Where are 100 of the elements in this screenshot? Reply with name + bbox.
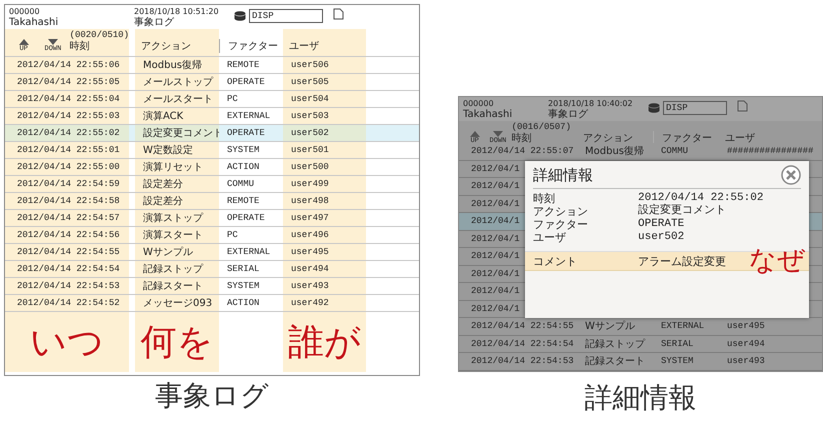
log-row[interactable]: 2012/04/14 22:54:53 記録スタート SYSTEM user493 xyxy=(459,353,822,370)
table-cell: OPERATE xyxy=(227,213,265,223)
table-cell: PC xyxy=(227,94,238,104)
field-label: アクション xyxy=(533,205,589,218)
table-cell: 2012/04/14 22:54:53 xyxy=(17,281,120,291)
table-cell-text: 演算ACK xyxy=(143,110,184,123)
table-cell: user493 xyxy=(727,356,765,366)
log-row[interactable]: 2012/04/14 22:54:55 Wサンプル EXTERNAL user495 xyxy=(5,244,419,261)
log-row[interactable]: 2012/04/14 22:54:54 記録ストップ SERIAL user494 xyxy=(459,336,822,353)
log-row[interactable]: 2012/04/14 22:54:54 記録ストップ SERIAL user494 xyxy=(5,261,419,278)
column-header: ファクター xyxy=(661,132,712,145)
log-row[interactable]: 2012/04/14 22:55:01 W定数設定 SYSTEM user501 xyxy=(5,142,419,159)
record-count: (0016/0507) xyxy=(512,121,571,132)
table-cell: SERIAL xyxy=(661,338,694,349)
log-row[interactable]: 2012/04/14 22:55:05 メールストップ OPERATE user505 xyxy=(5,74,419,91)
field-label: ユーザ xyxy=(533,231,567,244)
table-cell-text: 設定差分 xyxy=(143,194,183,208)
log-row[interactable]: 2012/04/14 22:55:06 Modbus復帰 REMOTE user506 xyxy=(5,57,419,74)
field-value: アラーム設定変更 xyxy=(638,254,726,268)
down-arrow-icon xyxy=(48,39,58,45)
table-cell: 2012/04/1 xyxy=(471,251,520,262)
table-cell: PC xyxy=(227,230,238,240)
table-cell: ################ xyxy=(727,146,814,156)
log-row[interactable]: 2012/04/14 22:54:58 設定差分 REMOTE user498 xyxy=(5,193,419,210)
table-cell-text: メールストップ xyxy=(143,76,213,89)
table-cell: user497 xyxy=(291,213,329,223)
table-cell: user506 xyxy=(291,60,329,70)
table-cell: 2012/04/1 xyxy=(471,181,520,192)
table-cell: user498 xyxy=(291,196,329,206)
column-header: ファクター xyxy=(227,40,278,53)
table-cell-text: 演算リセット xyxy=(143,160,203,174)
dialog-title: 詳細情報 xyxy=(533,166,593,184)
log-row[interactable]: 2012/04/14 22:54:56 演算スタート PC user496 xyxy=(5,227,419,244)
figure-caption: 詳細情報 xyxy=(584,382,696,414)
table-cell: user494 xyxy=(291,264,329,274)
table-cell: ACTION xyxy=(227,298,260,308)
table-cell: 2012/04/14 22:54:57 xyxy=(17,213,120,223)
database-icon xyxy=(648,103,660,113)
log-row[interactable]: 2012/04/14 22:54:59 設定差分 COMMU user499 xyxy=(5,176,419,193)
figure-caption: 事象ログ xyxy=(155,380,269,412)
annotation-label: 何を xyxy=(140,320,214,364)
table-cell: 2012/04/1 xyxy=(471,304,520,314)
up-arrow-icon xyxy=(470,131,480,137)
table-cell-text: W定数設定 xyxy=(143,144,193,157)
log-row[interactable]: 2012/04/14 22:55:03 演算ACK EXTERNAL user503 xyxy=(5,108,419,125)
table-cell: user496 xyxy=(291,230,329,240)
table-cell: user503 xyxy=(291,111,329,121)
table-cell: OPERATE xyxy=(227,77,265,87)
table-cell: 2012/04/14 22:55:03 xyxy=(17,111,120,121)
table-cell: 2012/04/1 xyxy=(471,164,520,174)
table-cell: REMOTE xyxy=(227,196,260,206)
table-cell: 2012/04/14 22:54:54 xyxy=(471,338,574,349)
table-cell: user492 xyxy=(291,298,329,308)
column-header: アクション xyxy=(140,40,191,53)
close-icon[interactable] xyxy=(781,165,801,185)
table-cell: 2012/04/1 xyxy=(471,234,520,244)
log-row[interactable]: 2012/04/14 22:54:57 演算ストップ OPERATE user497 xyxy=(5,210,419,227)
table-cell-text: 記録ストップ xyxy=(143,262,203,276)
user-name: Takahashi xyxy=(9,17,60,28)
table-cell: 2012/04/14 22:54:56 xyxy=(17,230,120,240)
table-cell: user495 xyxy=(727,321,765,332)
card-icon[interactable] xyxy=(333,8,344,20)
table-cell-text: 記録ストップ xyxy=(585,338,645,351)
table-cell: COMMU xyxy=(661,146,688,156)
log-row[interactable]: 2012/04/14 22:54:55 Wサンプル EXTERNAL user495 xyxy=(459,318,822,336)
table-cell: 2012/04/1 xyxy=(471,198,520,209)
table-cell: user501 xyxy=(291,145,329,155)
log-row[interactable]: 2012/04/14 22:55:07 Modbus復帰 COMMU ################ xyxy=(459,143,822,160)
table-cell: COMMU xyxy=(227,179,254,189)
screen-title: 事象ログ xyxy=(548,109,589,120)
card-icon[interactable] xyxy=(737,100,748,112)
log-row[interactable]: 2012/04/14 22:54:53 記録スタート SYSTEM user493 xyxy=(5,278,419,295)
user-id: 000000 xyxy=(9,6,41,17)
mode-field[interactable]: DISP xyxy=(663,101,727,115)
log-row[interactable]: 2012/04/14 22:54:52 メッセージ093 ACTION user492 xyxy=(5,295,419,312)
table-cell: SYSTEM xyxy=(227,145,260,155)
table-cell: 2012/04/14 22:55:01 xyxy=(17,145,120,155)
user-name: Takahashi xyxy=(463,109,514,120)
table-cell: user494 xyxy=(727,338,765,349)
log-row[interactable]: 2012/04/14 22:55:00 演算リセット ACTION user500 xyxy=(5,159,419,176)
table-cell-text: Wサンプル xyxy=(585,320,635,334)
table-cell-text: 演算スタート xyxy=(143,228,203,242)
user-id: 000000 xyxy=(463,98,495,109)
table-cell: 2012/04/14 22:55:05 xyxy=(17,77,120,87)
log-row[interactable]: 2012/04/14 22:55:04 メールスタート PC user504 xyxy=(5,91,419,108)
table-cell: SYSTEM xyxy=(227,281,260,291)
field-label: 時刻 xyxy=(533,192,556,205)
mode-field[interactable]: DISP xyxy=(249,9,323,23)
table-cell: user495 xyxy=(291,247,329,257)
field-label: ファクター xyxy=(533,218,589,231)
table-cell: 2012/04/14 22:55:00 xyxy=(17,162,120,172)
field-value: user502 xyxy=(638,231,686,244)
table-cell: EXTERNAL xyxy=(227,247,270,257)
table-cell: 2012/04/14 22:55:07 xyxy=(471,146,574,156)
table-cell-text: Wサンプル xyxy=(143,246,193,259)
column-header: アクション xyxy=(582,132,633,145)
table-cell-text: 設定差分 xyxy=(143,178,183,191)
table-cell: EXTERNAL xyxy=(661,321,704,332)
annotation-label: 誰が xyxy=(288,320,361,364)
table-cell: 2012/04/14 22:54:58 xyxy=(17,196,120,206)
